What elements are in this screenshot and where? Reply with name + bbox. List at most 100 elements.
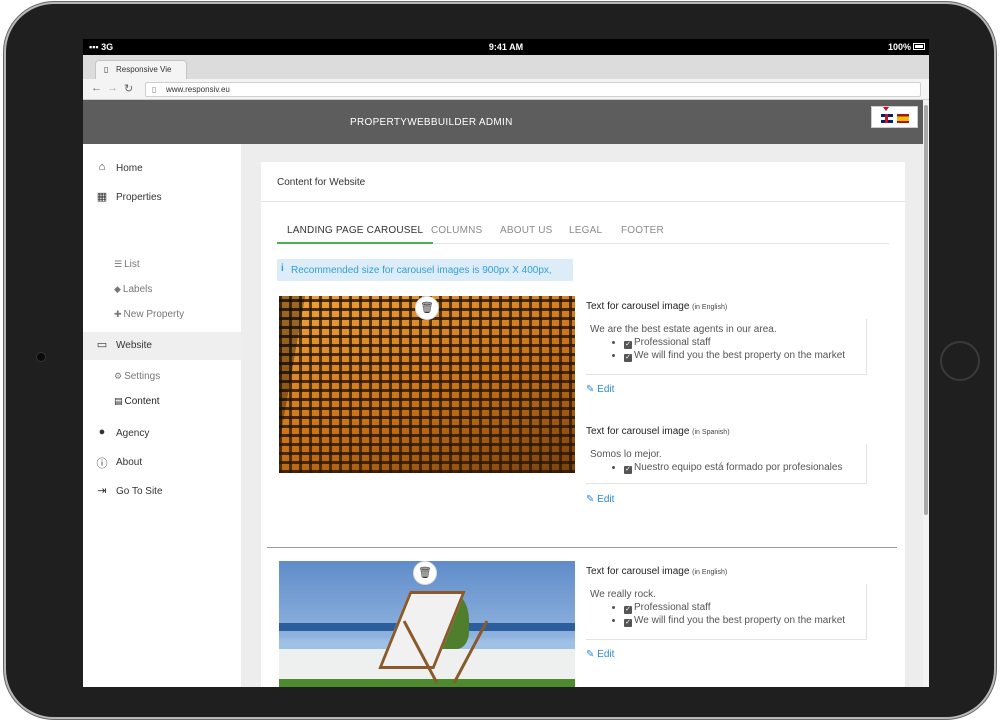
browser-tab-title: Responsive Vie — [116, 65, 172, 74]
caption-bullets: ✓ Professional staff ✓ We will find you th… — [590, 337, 862, 362]
caption-label: Text for carousel image (in English) — [586, 566, 728, 577]
edit-link[interactable]: ✎ Edit — [586, 384, 614, 395]
sidebar-item-go-to-site[interactable]: ⇥ Go To Site — [83, 478, 241, 506]
sidebar-item-label: Agency — [116, 428, 150, 439]
browser-tab-bar: ▯ Responsive Vie — [83, 55, 929, 79]
list-item: ✓ We will find you the best property on t… — [612, 615, 862, 627]
address-text: www.responsiv.eu — [166, 85, 230, 94]
caption-editor[interactable]: Somos lo mejor. ✓ Nuestro equipo está for… — [586, 444, 867, 484]
caption-lead: We are the best estate agents in our are… — [590, 324, 777, 335]
edit-link[interactable]: ✎ Edit — [586, 494, 614, 505]
list-item: ✓ Professional staff — [612, 602, 862, 614]
scrollbar-thumb[interactable] — [924, 105, 928, 515]
sidebar: ⌂ Home ▦ Properties ☰ List ◆ Labels ✚ New P… — [83, 144, 241, 687]
plus-icon: ✚ — [114, 309, 122, 319]
info-icon: ⓘ — [96, 458, 108, 470]
sidebar-item-labels[interactable]: ◆ Labels — [114, 284, 152, 302]
tab-columns[interactable]: COLUMNS — [431, 225, 482, 244]
pencil-icon: ✎ — [586, 384, 595, 395]
sidebar-item-home[interactable]: ⌂ Home — [83, 155, 241, 183]
info-alert: i Recommended size for carousel images i… — [277, 259, 573, 281]
caption-bullets: ✓ Professional staff ✓ We will find you th… — [590, 602, 862, 627]
tablet-frame: ▪▪▪ 3G 9:41 AM 100% ▯ Responsive Vie ← →… — [6, 4, 994, 717]
caption-label: Text for carousel image (in English) — [586, 301, 728, 312]
carousel-image — [279, 296, 575, 473]
pencil-icon: ✎ — [586, 494, 595, 505]
list-item: ✓ We will find you the best property on t… — [612, 350, 862, 362]
page-icon: ▯ — [104, 65, 109, 74]
caption-lead: Somos lo mejor. — [590, 449, 662, 460]
reload-icon[interactable]: ↻ — [124, 82, 133, 95]
sidebar-item-website[interactable]: ▭ Website — [83, 332, 241, 360]
admin-header: PROPERTYWEBBUILDER ADMIN — [83, 100, 929, 144]
page-icon: ▯ — [152, 85, 157, 94]
sidebar-item-agency[interactable]: ● Agency — [83, 420, 241, 448]
table-icon: ▤ — [114, 396, 123, 406]
tag-icon: ◆ — [114, 284, 121, 294]
camera-icon — [36, 352, 46, 362]
browser-tab[interactable]: ▯ Responsive Vie — [95, 60, 187, 79]
delete-button[interactable]: 🗑 — [413, 561, 437, 585]
caret-down-icon — [883, 107, 889, 111]
sidebar-item-label: Website — [116, 340, 152, 351]
caption-label: Text for carousel image (in Spanish) — [586, 426, 730, 437]
sidebar-item-properties[interactable]: ▦ Properties — [83, 184, 241, 212]
tab-about-us[interactable]: ABOUT US — [500, 225, 553, 244]
battery-percent: 100% — [887, 42, 911, 52]
admin-title: PROPERTYWEBBUILDER ADMIN — [350, 117, 513, 128]
uk-flag-icon[interactable] — [881, 114, 893, 123]
back-icon[interactable]: ← — [91, 82, 102, 94]
sidebar-item-content[interactable]: ▤ Content — [114, 396, 160, 414]
content-panel: Content for Website LANDING PAGE CAROUSE… — [261, 162, 905, 687]
info-text: Recommended size for carousel images is … — [291, 265, 552, 276]
sign-out-icon: ⇥ — [97, 485, 107, 497]
screen: ▪▪▪ 3G 9:41 AM 100% ▯ Responsive Vie ← →… — [83, 39, 929, 687]
list-item: ✓ Professional staff — [612, 337, 862, 349]
tab-legal[interactable]: LEGAL — [569, 225, 602, 244]
list-icon: ☰ — [114, 259, 123, 269]
page-title: Content for Website — [277, 177, 366, 188]
home-button[interactable] — [940, 341, 980, 381]
trash-icon: 🗑 — [420, 302, 434, 314]
user-icon: ● — [98, 426, 106, 438]
sidebar-item-label: Home — [116, 163, 143, 174]
sidebar-item-label: Properties — [116, 192, 162, 203]
check-square-icon: ✓ — [624, 354, 632, 362]
sidebar-item-new-property[interactable]: ✚ New Property — [114, 309, 184, 327]
edit-link[interactable]: ✎ Edit — [586, 649, 614, 660]
battery-icon — [913, 43, 925, 50]
home-icon: ⌂ — [98, 161, 106, 173]
caption-editor[interactable]: We really rock. ✓ Professional staff ✓ We … — [586, 584, 867, 640]
caption-language: (in English) — [692, 304, 728, 311]
check-square-icon: ✓ — [624, 606, 632, 614]
caption-language: (in Spanish) — [692, 429, 730, 436]
divider — [267, 547, 897, 548]
caption-bullets: ✓ Nuestro equipo está formado por profesi… — [590, 462, 862, 474]
tab-footer[interactable]: FOOTER — [621, 225, 664, 244]
sidebar-item-label: About — [116, 457, 143, 468]
sidebar-item-about[interactable]: ⓘ About — [83, 449, 241, 477]
caption-editor[interactable]: We are the best estate agents in our are… — [586, 319, 867, 375]
pencil-icon: ✎ — [586, 649, 595, 660]
building-icon: ▦ — [96, 191, 108, 203]
delete-button[interactable]: 🗑 — [415, 296, 439, 320]
language-switcher[interactable] — [871, 106, 918, 128]
check-square-icon: ✓ — [624, 466, 632, 474]
tab-landing-page-carousel[interactable]: LANDING PAGE CAROUSEL — [277, 225, 434, 244]
sidebar-item-label: Go To Site — [116, 486, 163, 497]
status-bar: ▪▪▪ 3G 9:41 AM 100% — [83, 39, 929, 55]
caption-language: (in English) — [692, 569, 728, 576]
trash-icon: 🗑 — [418, 567, 432, 579]
spain-flag-icon[interactable] — [897, 114, 909, 123]
info-icon: i — [281, 263, 284, 274]
check-square-icon: ✓ — [624, 619, 632, 627]
sidebar-item-list[interactable]: ☰ List — [114, 259, 140, 277]
caption-lead: We really rock. — [590, 589, 656, 600]
panel-header: Content for Website — [261, 162, 905, 202]
content-tabs: LANDING PAGE CAROUSEL COLUMNS ABOUT US L… — [277, 222, 889, 244]
address-input[interactable]: ▯ www.responsiv.eu — [145, 82, 921, 97]
check-square-icon: ✓ — [624, 341, 632, 349]
forward-icon[interactable]: → — [107, 82, 118, 94]
desktop-icon: ▭ — [96, 339, 108, 351]
sidebar-item-settings[interactable]: ⚙ Settings — [114, 371, 160, 389]
